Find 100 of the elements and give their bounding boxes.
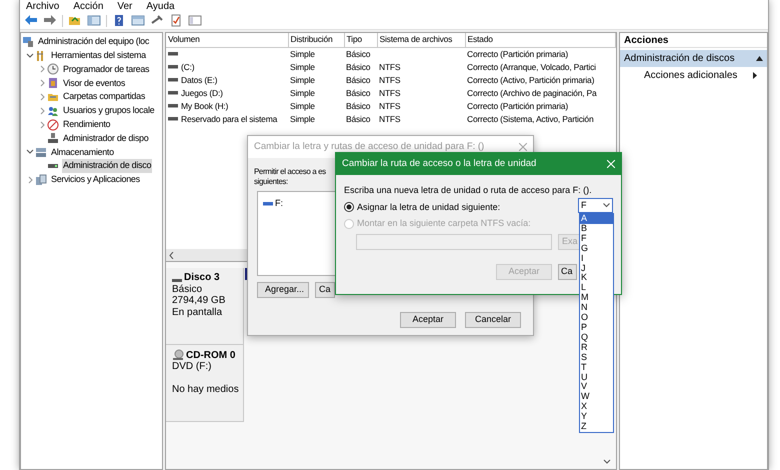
table-cell: Básico — [346, 62, 370, 72]
action-item[interactable]: Acciones adicionales — [620, 67, 767, 84]
properties-icon[interactable] — [188, 14, 202, 27]
column-header[interactable]: Volumen — [166, 33, 288, 47]
dropdown-option[interactable]: R — [580, 342, 613, 353]
back-arrow-icon[interactable] — [24, 14, 38, 27]
chevron-down-icon[interactable] — [603, 203, 610, 208]
dropdown-option[interactable]: P — [580, 322, 613, 333]
table-cell: Datos (E:) — [181, 74, 218, 86]
column-header[interactable]: Tipo — [344, 33, 377, 47]
radio-selected-icon[interactable] — [344, 202, 354, 212]
dialog-button[interactable]: Aceptar — [400, 312, 456, 328]
dropdown-option[interactable]: L — [580, 283, 613, 294]
tree-item[interactable]: Servicios y Aplicaciones — [50, 173, 141, 187]
table-cell: NTFS — [379, 88, 400, 98]
chevron-down-icon[interactable] — [25, 148, 35, 156]
disk-info: No hay medios — [172, 384, 240, 395]
tree-item[interactable]: Administración del equipo (loc — [37, 35, 150, 49]
list-item[interactable]: F: — [275, 197, 283, 210]
folder-path-field[interactable] — [356, 234, 552, 250]
column-header[interactable]: Estado — [465, 33, 616, 47]
table-cell: Básico — [346, 48, 370, 58]
table-cell: Correcto (Partición primaria) — [467, 100, 568, 110]
column-header[interactable]: Distribución — [288, 33, 344, 47]
tree-item[interactable]: Programador de tareas — [62, 62, 150, 76]
tree-item[interactable]: Rendimiento — [62, 118, 112, 132]
dropdown-option[interactable]: S — [580, 352, 613, 363]
table-cell: Simple — [290, 100, 315, 110]
menu-item[interactable]: Archivo — [26, 1, 60, 12]
table-cell: Correcto (Activo, Partición primaria) — [467, 74, 594, 84]
drive-icon — [172, 278, 182, 284]
column-header[interactable]: Sistema de archivos — [377, 33, 465, 47]
dropdown-option[interactable]: O — [580, 313, 613, 323]
folder-icon — [47, 91, 59, 104]
dropdown-option[interactable]: A — [580, 214, 613, 224]
dropdown-option[interactable]: U — [580, 372, 613, 382]
disk-info: 2794,49 GB — [172, 295, 226, 306]
table-cell: Juegos (D:) — [181, 86, 223, 100]
dropdown-option[interactable]: M — [580, 293, 613, 304]
forward-arrow-icon[interactable] — [43, 14, 57, 27]
actions-section[interactable]: Administración de discos — [620, 50, 767, 67]
menu-item[interactable]: Ayuda — [146, 1, 175, 12]
clock-icon — [47, 63, 59, 76]
dropdown-option[interactable]: W — [580, 392, 613, 402]
panel-icon[interactable] — [87, 14, 101, 27]
dialog-title: Cambiar la ruta de acceso o la letra de unidad — [342, 156, 536, 171]
dropdown-option[interactable]: Q — [580, 332, 613, 343]
tree-item[interactable]: Visor de eventos — [62, 76, 126, 90]
table-cell: Simple — [290, 48, 315, 58]
help-icon[interactable] — [112, 14, 126, 27]
devices-icon — [47, 132, 59, 144]
table-cell: Básico — [346, 88, 370, 98]
table-cell: Simple — [290, 62, 315, 72]
table-cell: Simple — [290, 74, 315, 84]
collapse-icon[interactable] — [756, 56, 763, 61]
drive-letter-dropdown[interactable]: F — [578, 198, 613, 213]
table-cell: Básico — [346, 114, 370, 124]
tree-item[interactable]: Herramientas del sistema — [50, 48, 147, 62]
dropdown-option[interactable]: T — [580, 362, 613, 372]
chevron-down-icon[interactable] — [25, 52, 35, 60]
checklist-icon[interactable] — [169, 14, 183, 27]
table-cell: Correcto (Sistema, Activo, Partición — [467, 114, 594, 124]
disk-info: DVD (F:) — [172, 361, 212, 372]
tree-item[interactable]: Usuarios y grupos locale — [62, 104, 156, 118]
scroll-left-icon[interactable] — [169, 252, 174, 258]
dropdown-option[interactable]: B — [580, 224, 613, 234]
close-icon[interactable] — [519, 143, 527, 151]
dropdown-option[interactable]: I — [580, 254, 613, 264]
dropdown-option[interactable]: X — [580, 402, 613, 412]
radio-label: Asignar la letra de unidad siguiente: — [357, 200, 500, 214]
tree-item[interactable]: Administración de disco — [62, 159, 152, 173]
dropdown-option[interactable]: V — [580, 382, 613, 392]
folder-icon[interactable] — [68, 14, 82, 27]
dropdown-option[interactable]: N — [580, 303, 613, 314]
tree-item[interactable]: Almacenamiento — [50, 146, 115, 160]
disk-name: CD-ROM 0 — [186, 350, 236, 361]
menu-item[interactable]: Ver — [117, 1, 132, 12]
table-cell: NTFS — [379, 62, 400, 72]
dialog-button[interactable]: Agregar... — [257, 282, 309, 298]
tree-item[interactable]: Administrador de dispo — [62, 132, 150, 146]
menu-item[interactable]: Acción — [73, 1, 104, 12]
submenu-arrow-icon[interactable] — [753, 72, 757, 79]
dropdown-option[interactable]: Z — [580, 422, 613, 432]
dropdown-option[interactable]: J — [580, 264, 613, 274]
table-cell: Correcto (Arranque, Volcado, Partici — [467, 62, 596, 72]
events-icon — [47, 77, 59, 90]
dialog-button[interactable]: Ca — [315, 282, 335, 298]
table-cell: NTFS — [379, 74, 400, 84]
dialog-button[interactable]: Cancelar — [465, 312, 521, 328]
tree-item[interactable]: Carpetas compartidas — [62, 90, 146, 104]
window-icon[interactable] — [131, 14, 145, 27]
dropdown-option[interactable]: Y — [580, 412, 613, 422]
dropdown-option[interactable]: K — [580, 273, 613, 284]
scroll-down-icon[interactable] — [603, 459, 611, 465]
dialog-button[interactable]: Ca — [558, 264, 577, 280]
optical-drive-icon — [172, 349, 184, 361]
table-cell: NTFS — [379, 114, 400, 124]
disk-info: En pantalla — [172, 306, 224, 318]
computer-icon — [22, 36, 34, 48]
table-cell: Básico — [346, 100, 370, 110]
